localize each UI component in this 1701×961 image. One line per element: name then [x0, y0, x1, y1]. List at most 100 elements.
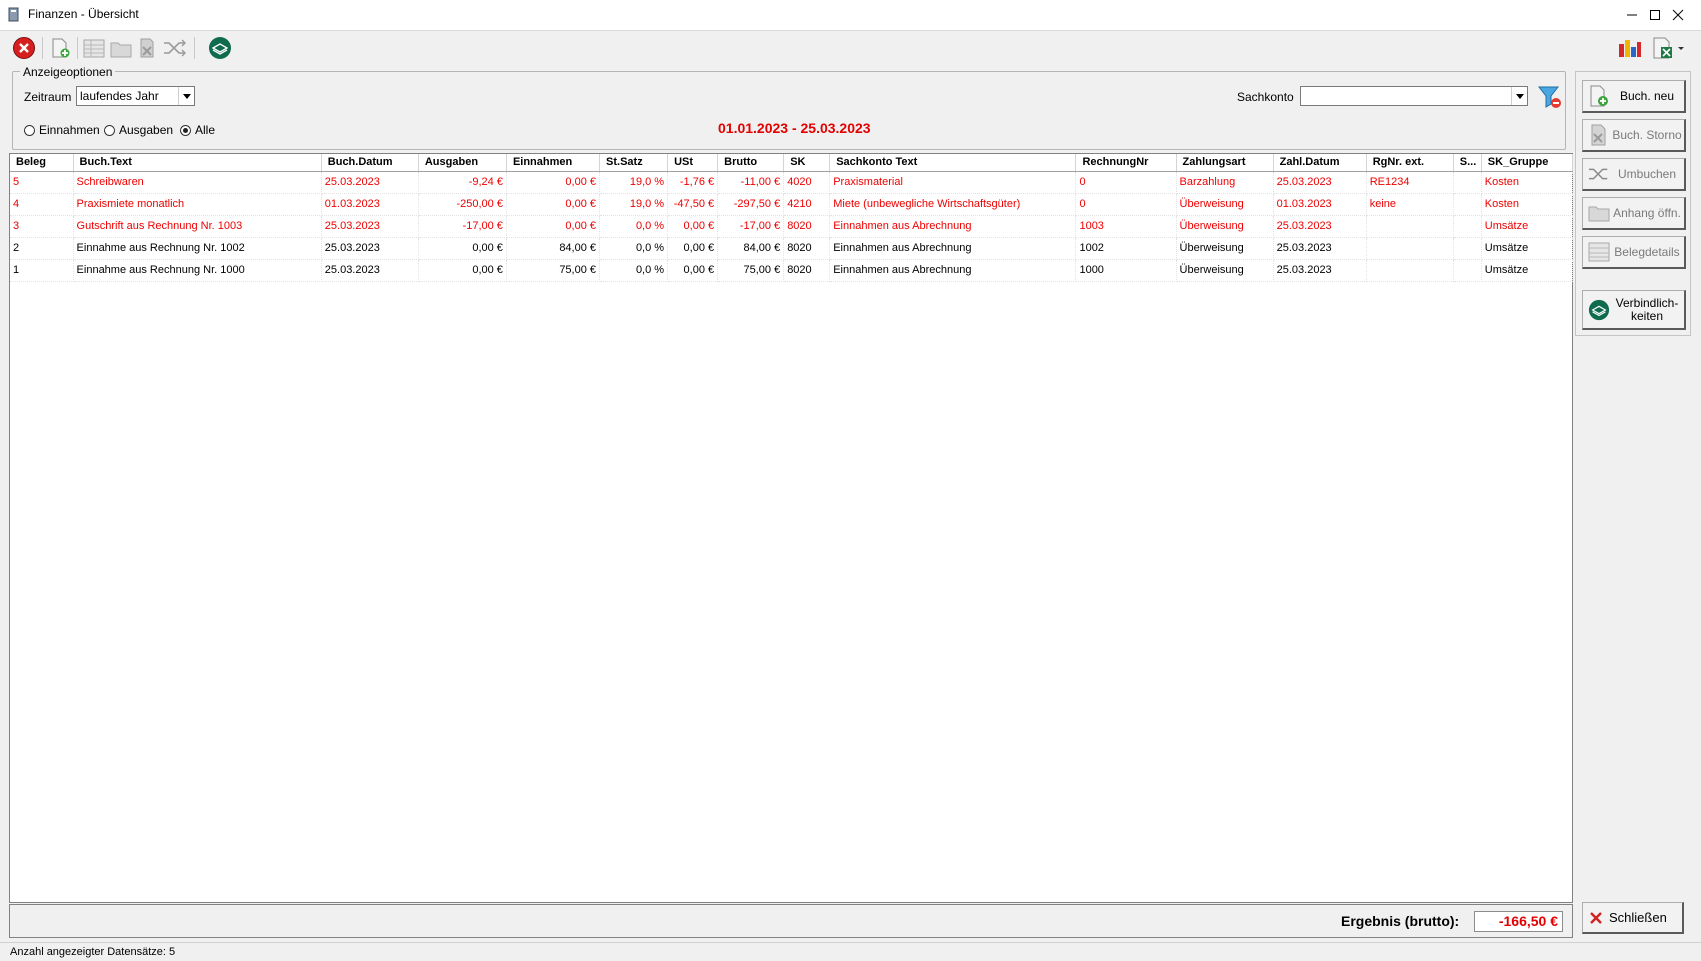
close-toolbar-button[interactable] — [11, 35, 37, 61]
column-header[interactable]: Zahl.Datum — [1273, 154, 1367, 172]
table-cell: 8020 — [783, 259, 831, 282]
table-cell: -1,76 € — [667, 171, 719, 194]
radio-alle-dot — [180, 124, 191, 136]
title-bar: Finanzen - Übersicht — [0, 0, 1701, 30]
column-header[interactable]: Buch.Datum — [321, 154, 419, 172]
umbuchen-button[interactable]: Umbuchen — [1582, 158, 1686, 191]
radio-alle[interactable]: Alle — [180, 123, 215, 137]
table-cell: 4020 — [783, 171, 831, 194]
result-bar — [9, 904, 1573, 938]
radio-einnahmen-dot — [24, 124, 35, 136]
table-header-row: Beleg Buch.Text Buch.Datum Ausgaben Einnahme… — [10, 154, 1574, 172]
table-cell: 01.03.2023 — [1273, 193, 1367, 216]
date-range: 01.01.2023 - 25.03.2023 — [718, 120, 871, 136]
column-header[interactable]: Sachkonto Text — [829, 154, 1077, 172]
sachkonto-select[interactable] — [1300, 86, 1528, 106]
radio-ausgaben-label: Ausgaben — [119, 123, 174, 137]
table-cell: 0,0 % — [599, 215, 669, 238]
excel-export-icon — [1653, 37, 1684, 59]
buch-neu-button[interactable]: Buch. neu — [1582, 80, 1686, 113]
table-cell — [1453, 215, 1482, 238]
result-label: Ergebnis (brutto): — [1341, 913, 1460, 929]
table-cell: 1002 — [1075, 237, 1177, 260]
column-header[interactable]: RechnungNr — [1075, 154, 1177, 172]
table-cell: Einnahme aus Rechnung Nr. 1002 — [73, 237, 322, 260]
belegdetails-label: Belegdetails — [1614, 244, 1680, 259]
table-row[interactable]: 4 Praxismiete monatlich 01.03.2023 -250,00 … — [10, 193, 1574, 216]
chart-toolbar-button[interactable] — [1617, 35, 1643, 61]
window-title: Finanzen - Übersicht — [28, 7, 139, 21]
table-body: 5 Schreibwaren 25.03.2023 -9,24 €0,00 €19,0… — [10, 171, 1574, 282]
column-header[interactable]: SK_Gruppe — [1481, 154, 1574, 172]
buch-storno-button[interactable]: Buch. Storno — [1582, 119, 1686, 152]
table-cell — [1366, 259, 1454, 282]
chevron-down-icon[interactable] — [178, 87, 194, 105]
chevron-down-icon[interactable] — [1511, 87, 1527, 105]
table-row[interactable]: 5 Schreibwaren 25.03.2023 -9,24 €0,00 €19,0… — [10, 171, 1574, 194]
table-cell: 19,0 % — [599, 171, 669, 194]
table-cell: 2 — [10, 237, 74, 260]
folder-icon — [110, 42, 132, 58]
table-cell: 25.03.2023 — [1273, 215, 1367, 238]
table-row[interactable]: 3 Gutschrift aus Rechnung Nr. 1003 25.03.2… — [10, 215, 1574, 238]
radio-ausgaben[interactable]: Ausgaben — [104, 123, 173, 137]
radio-alle-label: Alle — [195, 123, 216, 137]
column-header[interactable]: Brutto — [717, 154, 785, 172]
window-close-button[interactable] — [1655, 0, 1701, 30]
attachment-toolbar-button[interactable] — [108, 35, 134, 61]
table-cell: -17,00 € — [418, 215, 507, 238]
buch-neu-label: Buch. neu — [1619, 88, 1675, 103]
column-header[interactable]: S... — [1453, 154, 1482, 172]
liabilities-toolbar-button[interactable] — [207, 35, 233, 61]
table-cell — [1453, 237, 1482, 260]
result-value: -166,50 € — [1474, 911, 1563, 932]
table-cell: 0 — [1075, 193, 1177, 216]
belegdetails-button[interactable]: Belegdetails — [1582, 236, 1686, 269]
table-cell: 1 — [10, 259, 74, 282]
excel-export-toolbar-button[interactable] — [1650, 35, 1686, 61]
clear-filter-button[interactable] — [1537, 84, 1563, 110]
zeitraum-select[interactable]: laufendes Jahr — [76, 86, 195, 106]
table-cell: -297,50 € — [717, 193, 785, 216]
table-cell: -17,00 € — [717, 215, 785, 238]
anhang-button[interactable]: Anhang öffn. — [1582, 197, 1686, 230]
column-header[interactable]: Zahlungsart — [1176, 154, 1274, 172]
storno-toolbar-button[interactable] — [134, 35, 160, 61]
table-toolbar-button[interactable] — [81, 35, 107, 61]
table-cell: 0,00 € — [667, 259, 719, 282]
table-cell: 8020 — [783, 215, 831, 238]
table-cell: 75,00 € — [717, 259, 785, 282]
column-header[interactable]: RgNr. ext. — [1366, 154, 1454, 172]
rebook-toolbar-button[interactable] — [162, 35, 188, 61]
verbindlichkeiten-button[interactable]: Verbindlich- keiten — [1582, 290, 1686, 330]
table-cell: Miete (unbewegliche Wirtschaftsgüter) — [829, 193, 1077, 216]
table-cell: Kosten — [1481, 193, 1574, 216]
column-header[interactable]: St.Satz — [599, 154, 669, 172]
window-close-icon — [1672, 9, 1684, 21]
column-header[interactable]: SK — [783, 154, 831, 172]
column-header[interactable]: Buch.Text — [73, 154, 322, 172]
table-cell: Umsätze — [1481, 237, 1574, 260]
column-header[interactable]: Beleg — [10, 154, 74, 172]
folder-icon — [1588, 202, 1610, 224]
table-cell: Überweisung — [1176, 237, 1274, 260]
column-header[interactable]: Ausgaben — [418, 154, 507, 172]
table-cell: 19,0 % — [599, 193, 669, 216]
schliessen-button[interactable]: Schließen — [1582, 902, 1684, 934]
table-icon — [1588, 241, 1610, 263]
filter-remove-icon — [1537, 86, 1561, 108]
table-cell: Praxismiete monatlich — [73, 193, 322, 216]
table-cell: 0,00 € — [667, 215, 719, 238]
new-booking-toolbar-button[interactable] — [47, 35, 73, 61]
table-cell: 0 — [1075, 171, 1177, 194]
zeitraum-value: laufendes Jahr — [80, 89, 159, 103]
table-cell: Gutschrift aus Rechnung Nr. 1003 — [73, 215, 322, 238]
table-row[interactable]: 2 Einnahme aus Rechnung Nr. 1002 25.03.202… — [10, 237, 1574, 260]
table-row[interactable]: 1 Einnahme aus Rechnung Nr. 1000 25.03.202… — [10, 259, 1574, 282]
table-cell: 3 — [10, 215, 74, 238]
column-header[interactable]: Einnahmen — [506, 154, 601, 172]
column-header[interactable]: USt — [667, 154, 719, 172]
radio-einnahmen[interactable]: Einnahmen — [24, 123, 100, 137]
table-icon — [83, 39, 105, 58]
table-cell: Umsätze — [1481, 259, 1574, 282]
